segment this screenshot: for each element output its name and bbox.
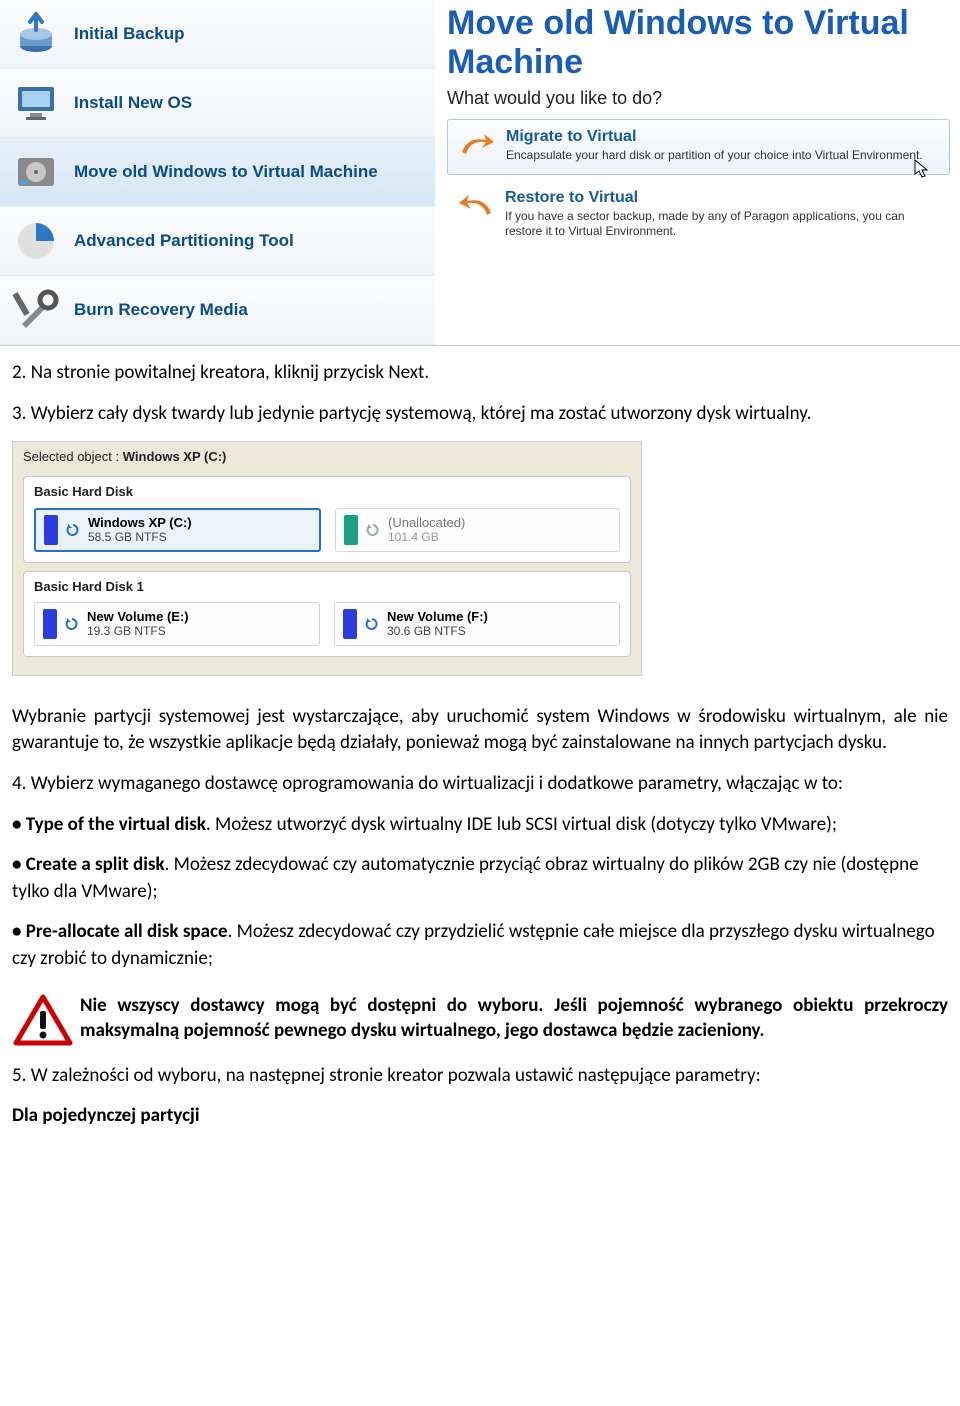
heading-single-partition: Dla pojedynczej partycji [12,1103,948,1130]
document-body: 2. Na stronie powitalnej kreatora, klikn… [0,360,960,1174]
sidebar-item-initial-backup[interactable]: Initial Backup [0,0,435,69]
disk-group-1: Basic Hard Disk 1 New Volume (E:) 19.3 G… [23,571,631,657]
sidebar-item-burn-media[interactable]: Burn Recovery Media [0,276,435,345]
refresh-icon [65,617,79,631]
disk-group-title: Basic Hard Disk 1 [34,578,620,596]
partition-details: 101.4 GB [388,530,465,544]
partition-windows-xp[interactable]: Windows XP (C:) 58.5 GB NTFS [34,508,321,552]
partition-unallocated[interactable]: (Unallocated) 101.4 GB [335,508,620,552]
partition-details: 58.5 GB NTFS [88,530,192,544]
refresh-icon [366,523,380,537]
hdd-icon [12,148,60,196]
selected-object-label: Selected object : [23,449,119,464]
page-subtitle: What would you like to do? [447,88,950,109]
sidebar-item-partitioning[interactable]: Advanced Partitioning Tool [0,207,435,276]
partition-color-swatch [44,515,58,545]
partition-color-swatch [344,515,358,545]
sidebar-item-label: Install New OS [74,92,192,113]
bullet-split-disk: • Create a split disk. Możesz zdecydować… [12,852,948,905]
refresh-icon [365,617,379,631]
pie-icon [12,217,60,265]
sidebar: Initial Backup Install New OS Move old W… [0,0,435,345]
option-title: Migrate to Virtual [506,128,923,146]
disk-selection-screenshot: Selected object : Windows XP (C:) Basic … [12,441,642,676]
tools-icon [12,286,60,334]
bullet-preallocate: • Pre-allocate all disk space. Możesz zd… [12,919,948,972]
partition-color-swatch [43,609,57,639]
step-5: 5. W zależności od wyboru, na następnej … [12,1063,948,1090]
step-2: 2. Na stronie powitalnej kreatora, klikn… [12,360,948,387]
paragraph-system-partition: Wybranie partycji systemowej jest wystar… [12,704,948,757]
option-migrate[interactable]: Migrate to Virtual Encapsulate your hard… [447,119,950,175]
backup-icon [12,10,60,58]
refresh-icon [66,523,80,537]
monitor-icon [12,79,60,127]
bullet-type-disk: • Type of the virtual disk. Możesz utwor… [12,812,948,839]
partition-name: New Volume (F:) [387,609,488,625]
page-title: Move old Windows to Virtual Machine [447,4,950,82]
app-screenshot: Initial Backup Install New OS Move old W… [0,0,960,346]
partition-volume-e[interactable]: New Volume (E:) 19.3 GB NTFS [34,602,320,646]
partition-name: New Volume (E:) [87,609,189,625]
sidebar-item-move-windows[interactable]: Move old Windows to Virtual Machine [0,138,435,207]
sidebar-item-label: Burn Recovery Media [74,299,248,320]
option-restore[interactable]: Restore to Virtual If you have a sector … [447,181,950,247]
partition-details: 30.6 GB NTFS [387,624,488,638]
sidebar-item-label: Move old Windows to Virtual Machine [74,161,378,182]
option-desc: If you have a sector backup, made by any… [505,209,940,239]
step-3: 3. Wybierz cały dysk twardy lub jedynie … [12,401,948,428]
disk-group-title: Basic Hard Disk [34,483,620,501]
warning-icon [12,993,74,1049]
cursor-icon [913,158,931,180]
disk-group-0: Basic Hard Disk Windows XP (C:) 58.5 GB … [23,476,631,562]
arrow-left-icon [457,189,495,227]
partition-name: (Unallocated) [388,515,465,531]
warning-block: Nie wszyscy dostawcy mogą być dostępni d… [12,993,948,1049]
sidebar-item-install-os[interactable]: Install New OS [0,69,435,138]
selected-object-value: Windows XP (C:) [123,449,227,464]
arrow-right-icon [458,128,496,166]
partition-name: Windows XP (C:) [88,515,192,531]
partition-color-swatch [343,609,357,639]
option-title: Restore to Virtual [505,189,940,207]
selected-object-row: Selected object : Windows XP (C:) [13,442,641,472]
sidebar-item-label: Advanced Partitioning Tool [74,230,294,251]
partition-volume-f[interactable]: New Volume (F:) 30.6 GB NTFS [334,602,620,646]
partition-details: 19.3 GB NTFS [87,624,189,638]
warning-text: Nie wszyscy dostawcy mogą być dostępni d… [80,993,948,1044]
option-desc: Encapsulate your hard disk or partition … [506,148,923,163]
right-pane: Move old Windows to Virtual Machine What… [435,0,960,345]
sidebar-item-label: Initial Backup [74,23,185,44]
step-4: 4. Wybierz wymaganego dostawcę oprogramo… [12,771,948,798]
